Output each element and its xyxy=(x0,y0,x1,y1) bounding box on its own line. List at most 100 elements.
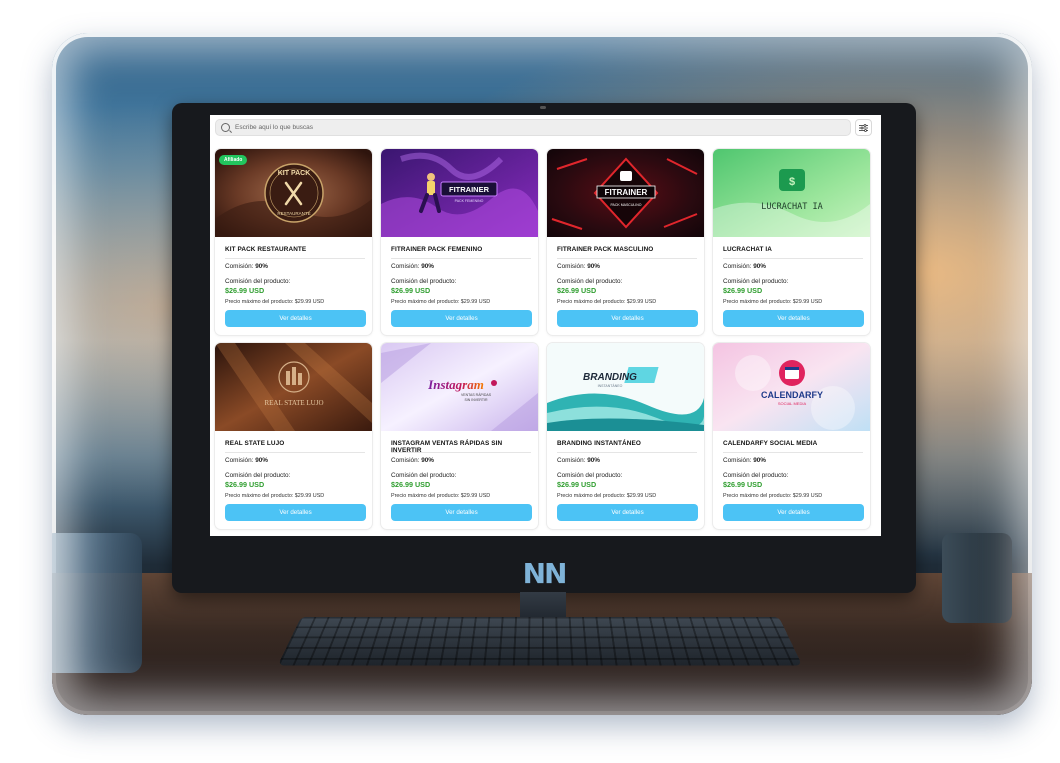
commission: Comisión: 90% xyxy=(391,457,434,464)
details-button[interactable]: Ver detalles xyxy=(557,504,698,521)
product-card: $ LUCRACHAT IA LUCRACHAT IA Comisión: 90… xyxy=(713,149,870,335)
details-button[interactable]: Ver detalles xyxy=(391,310,532,327)
thumb-text: FITRAINER xyxy=(449,185,490,194)
sliders-icon xyxy=(859,123,868,132)
product-thumbnail: FITRAINER PACK MASCULINO xyxy=(547,149,704,237)
thumb-text: BRANDING xyxy=(583,372,637,383)
max-price: Precio máximo del producto: $29.99 USD xyxy=(391,493,491,499)
divider xyxy=(225,452,365,453)
price-value: $26.99 USD xyxy=(225,480,265,489)
divider xyxy=(391,258,531,259)
product-title: LUCRACHAT IA xyxy=(723,246,773,253)
webcam xyxy=(540,106,546,109)
price-label: Comisión del producto: xyxy=(225,472,291,479)
divider xyxy=(391,452,531,453)
price-value: $26.99 USD xyxy=(557,286,597,295)
divider xyxy=(723,258,863,259)
commission: Comisión: 90% xyxy=(723,457,766,464)
monitor-brand-logo: NN xyxy=(522,556,568,590)
price-value: $26.99 USD xyxy=(225,286,265,295)
search-icon xyxy=(221,123,230,132)
max-price: Precio máximo del producto: $29.99 USD xyxy=(557,299,657,305)
search-input[interactable] xyxy=(235,124,795,131)
price-value: $26.99 USD xyxy=(557,480,597,489)
details-button[interactable]: Ver detalles xyxy=(723,504,864,521)
keyboard xyxy=(277,616,803,666)
max-price: Precio máximo del producto: $29.99 USD xyxy=(391,299,491,305)
product-card: REAL STATE LUJO REAL STATE LUJO Comisión… xyxy=(215,343,372,529)
price-value: $26.99 USD xyxy=(723,480,763,489)
commission-value: 90% xyxy=(421,263,434,270)
commission: Comisión: 90% xyxy=(557,457,600,464)
divider xyxy=(723,452,863,453)
product-card: FITRAINER PACK FEMENINO FITRAINER PACK F… xyxy=(381,149,538,335)
thumb-text: REAL STATE LUJO xyxy=(264,399,323,407)
price-value: $26.99 USD xyxy=(391,286,431,295)
price-label: Comisión del producto: xyxy=(391,472,457,479)
price-label: Comisión del producto: xyxy=(557,278,623,285)
thumb-text: RESTAURANTE xyxy=(277,211,310,216)
commission: Comisión: 90% xyxy=(723,263,766,270)
screen: KIT PACK RESTAURANTE Afiliado KIT PACK R… xyxy=(210,115,881,536)
thumb-text: KIT PACK xyxy=(278,170,311,177)
thumb-text: CALENDARFY xyxy=(761,390,823,400)
product-thumbnail: FITRAINER PACK FEMENINO xyxy=(381,149,538,237)
thumb-text: INSTANTÁNEO xyxy=(598,384,623,388)
commission-value: 90% xyxy=(753,263,766,270)
product-title: BRANDING INSTANTÁNEO xyxy=(557,440,641,447)
product-card: CALENDARFY SOCIAL MEDIA CALENDARFY SOCIA… xyxy=(713,343,870,529)
price-label: Comisión del producto: xyxy=(391,278,457,285)
commission-value: 90% xyxy=(255,457,268,464)
product-card: Instagram VENTAS RÁPIDAS SIN INVERTIR IN… xyxy=(381,343,538,529)
thumb-text: PACK MASCULINO xyxy=(610,203,641,207)
price-label: Comisión del producto: xyxy=(723,278,789,285)
jar xyxy=(942,533,1012,623)
commission-value: 90% xyxy=(587,263,600,270)
commission-value: 90% xyxy=(421,457,434,464)
price-value: $26.99 USD xyxy=(391,480,431,489)
commission: Comisión: 90% xyxy=(391,263,434,270)
divider xyxy=(557,452,697,453)
divider xyxy=(225,258,365,259)
max-price: Precio máximo del producto: $29.99 USD xyxy=(225,299,325,305)
product-thumbnail: CALENDARFY SOCIAL MEDIA xyxy=(713,343,870,431)
commission-value: 90% xyxy=(753,457,766,464)
product-title: KIT PACK RESTAURANTE xyxy=(225,246,307,253)
details-button[interactable]: Ver detalles xyxy=(391,504,532,521)
search-bar[interactable] xyxy=(215,119,851,136)
product-grid: KIT PACK RESTAURANTE Afiliado KIT PACK R… xyxy=(215,149,875,529)
details-button[interactable]: Ver detalles xyxy=(225,310,366,327)
product-title: FITRAINER PACK FEMENINO xyxy=(391,246,483,253)
thumb-text: PACK FEMENINO xyxy=(455,199,484,203)
thumb-text: LUCRACHAT IA xyxy=(761,202,822,212)
product-card: FITRAINER PACK MASCULINO FITRAINER PACK … xyxy=(547,149,704,335)
product-card: BRANDING INSTANTÁNEO BRANDING INSTANTÁNE… xyxy=(547,343,704,529)
commission: Comisión: 90% xyxy=(557,263,600,270)
max-price: Precio máximo del producto: $29.99 USD xyxy=(557,493,657,499)
product-title: FITRAINER PACK MASCULINO xyxy=(557,246,654,253)
thumb-text: SOCIAL MEDIA xyxy=(778,401,807,406)
divider xyxy=(557,258,697,259)
affiliate-badge: Afiliado xyxy=(219,155,248,165)
product-card: KIT PACK RESTAURANTE Afiliado KIT PACK R… xyxy=(215,149,372,335)
max-price: Precio máximo del producto: $29.99 USD xyxy=(723,299,823,305)
commission: Comisión: 90% xyxy=(225,457,268,464)
thumb-text: SIN INVERTIR xyxy=(464,398,488,402)
thumb-text: Instagram xyxy=(427,377,484,392)
details-button[interactable]: Ver detalles xyxy=(723,310,864,327)
product-thumbnail: REAL STATE LUJO xyxy=(215,343,372,431)
product-thumbnail: KIT PACK RESTAURANTE Afiliado xyxy=(215,149,372,237)
commission: Comisión: 90% xyxy=(225,263,268,270)
product-thumbnail: BRANDING INSTANTÁNEO xyxy=(547,343,704,431)
commission-value: 90% xyxy=(587,457,600,464)
filter-button[interactable] xyxy=(855,119,872,136)
max-price: Precio máximo del producto: $29.99 USD xyxy=(723,493,823,499)
product-title: CALENDARFY SOCIAL MEDIA xyxy=(723,440,818,447)
product-thumbnail: Instagram VENTAS RÁPIDAS SIN INVERTIR xyxy=(381,343,538,431)
details-button[interactable]: Ver detalles xyxy=(225,504,366,521)
details-button[interactable]: Ver detalles xyxy=(557,310,698,327)
product-title: REAL STATE LUJO xyxy=(225,440,285,447)
product-thumbnail: $ LUCRACHAT IA xyxy=(713,149,870,237)
svg-text:$: $ xyxy=(789,176,795,188)
mug xyxy=(52,533,142,673)
